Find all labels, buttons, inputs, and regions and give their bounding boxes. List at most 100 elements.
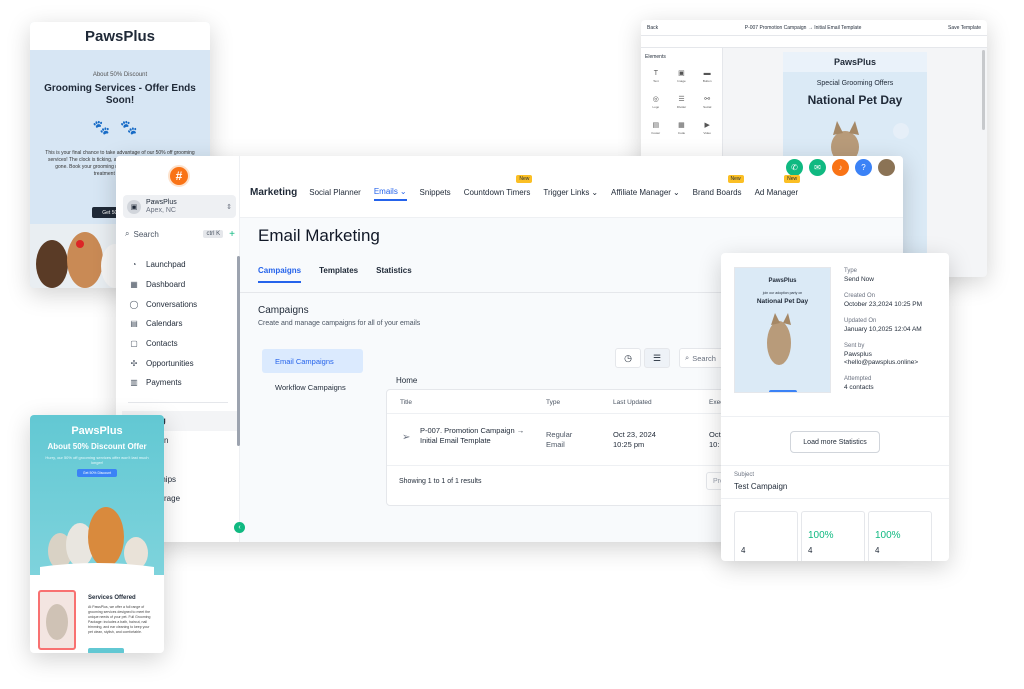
chevron-updown-icon: ⇕: [226, 203, 232, 211]
back-button[interactable]: Back: [647, 25, 658, 31]
promo-cta-button: Get 50% Discount: [77, 469, 117, 477]
updated-value: January 10,2025 12:04 AM: [844, 326, 922, 333]
stat-percent: 100%: [808, 530, 834, 541]
sidebar-search[interactable]: ⌕ Search ctrl K +: [125, 227, 235, 241]
nav-ad-manager[interactable]: Ad Manager New: [754, 175, 801, 201]
app-logo[interactable]: #: [168, 165, 190, 187]
sent-by-label: Sent by: [844, 343, 865, 349]
nav-emails[interactable]: Emails ⌄: [373, 183, 407, 201]
element-tile[interactable]: ▬ Button: [696, 66, 718, 86]
page-tabs: Campaigns Templates Statistics: [258, 266, 412, 283]
sidebar-item-calendars[interactable]: ▤ Calendars: [128, 314, 238, 334]
builder-scrollbar[interactable]: [982, 50, 985, 130]
sent-by-value: Pawsplus <hello@pawsplus.online>: [844, 351, 919, 366]
subnav-email-campaigns[interactable]: Email Campaigns: [262, 349, 363, 373]
col-last-updated: Last Updated: [613, 399, 652, 406]
sidebar-item-payments[interactable]: ▥ Payments: [128, 373, 238, 393]
account-switcher[interactable]: ▣ PawsPlus Apex, NC ⇕: [123, 195, 236, 218]
stat-count: 4: [875, 546, 880, 555]
nav-label: Brand Boards: [692, 187, 742, 197]
sidebar-item-contacts[interactable]: ▢ Contacts: [128, 334, 238, 354]
nav-label: Countdown Timers: [463, 187, 531, 197]
campaign-stats-panel: PawsPlus join our adoption party on Nati…: [721, 253, 949, 561]
section-description: Create and manage campaigns for all of y…: [258, 320, 421, 327]
table-tools: ◷ ☰ ⌕ Search: [615, 348, 729, 368]
new-badge: New: [516, 175, 533, 183]
promo-logo: PawsPlus: [71, 425, 123, 437]
clock-icon[interactable]: ◷: [615, 348, 641, 368]
canvas-logo: PawsPlus: [783, 52, 927, 72]
tab-campaigns[interactable]: Campaigns: [258, 266, 302, 283]
search-icon: ⌕: [685, 353, 690, 362]
element-tile[interactable]: T Text: [645, 66, 667, 86]
section-brand: Marketing: [250, 186, 298, 198]
attempted-value: 4 contacts: [844, 384, 874, 391]
chevron-down-icon: ⌄: [399, 186, 407, 196]
nav-affiliate-manager[interactable]: Affiliate Manager ⌄: [611, 183, 680, 201]
sidebar-item-label: Payments: [146, 378, 182, 388]
element-label: Image: [677, 79, 686, 83]
nav-snippets[interactable]: Snippets: [420, 183, 451, 201]
nav-label: Affiliate Manager: [611, 187, 671, 197]
element-icon: ⚯: [704, 96, 711, 103]
subnav-workflow-campaigns[interactable]: Workflow Campaigns: [262, 375, 363, 399]
list-view-icon[interactable]: ☰: [644, 348, 670, 368]
row-title[interactable]: P-007. Promotion Campaign → Initial Emai…: [420, 426, 530, 446]
element-tile[interactable]: ⚯ Social: [696, 92, 718, 112]
element-tile[interactable]: ▶ Video: [696, 118, 718, 138]
element-tile[interactable]: ▣ Image: [671, 66, 693, 86]
elements-grid: T Text ▣ Image ▬ Button ◎ Logo ☰ Divider ⚯ Social ▤ F…: [641, 66, 722, 138]
sidebar-item-launchpad[interactable]: ◔ Launchpad: [128, 255, 238, 275]
nav-brand-boards[interactable]: Brand Boards New: [692, 175, 744, 201]
sidebar-item-opportunities[interactable]: ✣ Opportunities: [128, 353, 238, 373]
cat-illustration: [767, 313, 791, 365]
dashboard-icon: ▦: [130, 280, 138, 290]
sidebar-item-dashboard[interactable]: ▦ Dashboard: [128, 275, 238, 295]
sidebar-item-label: Contacts: [146, 339, 178, 349]
element-tile[interactable]: ☰ Divider: [671, 92, 693, 112]
divider: [721, 465, 949, 466]
chevron-down-icon: ⌄: [672, 187, 680, 197]
nav-trigger-links[interactable]: Trigger Links ⌄: [543, 183, 598, 201]
element-tile[interactable]: ▦ Code: [671, 118, 693, 138]
attempted-label: Attempted: [844, 376, 872, 382]
sidebar-item-conversations[interactable]: ◯ Conversations: [128, 294, 238, 314]
nav-countdown-timers[interactable]: Countdown Timers New: [463, 175, 533, 201]
help-icon[interactable]: ?: [855, 159, 872, 176]
email-title: Grooming Services - Offer Ends Soon!: [44, 83, 196, 106]
nav-label: Social Planner: [309, 187, 361, 197]
bell-icon[interactable]: ♪: [832, 159, 849, 176]
nav-label: Ad Manager: [754, 187, 799, 197]
sidebar-item-label: Launchpad: [146, 260, 186, 270]
element-tile[interactable]: ▤ Footer: [645, 118, 667, 138]
new-badge: New: [784, 175, 801, 183]
campaign-subnav: Email Campaigns Workflow Campaigns: [262, 349, 363, 401]
element-tile[interactable]: ◎ Logo: [645, 92, 667, 112]
services-text: At PawsPlus, we offer a full range of gr…: [88, 605, 151, 634]
opportunities-icon: ✣: [130, 358, 138, 368]
tab-templates[interactable]: Templates: [319, 266, 358, 283]
element-icon: ◎: [652, 96, 659, 103]
promo-title: About 50% Discount Offer: [47, 442, 147, 451]
nav-label: Emails: [373, 186, 398, 196]
element-label: Logo: [652, 105, 660, 109]
quick-add-icon[interactable]: +: [229, 229, 235, 240]
user-avatar[interactable]: [878, 159, 895, 176]
row-updated: Oct 23, 2024 10:25 pm: [613, 430, 656, 449]
subject-value: Test Campaign: [734, 482, 788, 491]
element-icon: ☰: [678, 96, 685, 103]
tab-statistics[interactable]: Statistics: [376, 266, 412, 283]
save-template-button[interactable]: Save Template: [948, 25, 981, 31]
account-name: PawsPlus: [146, 198, 177, 206]
phone-icon[interactable]: ✆: [786, 159, 803, 176]
element-icon: ▶: [704, 122, 710, 129]
element-label: Code: [677, 131, 686, 135]
element-label: Video: [703, 131, 711, 135]
builder-title: P-007 Promotion Campaign → Initial Email…: [744, 24, 862, 31]
contacts-icon: ▢: [130, 339, 138, 349]
load-more-statistics-button[interactable]: Load more Statistics: [790, 431, 880, 453]
element-icon: T: [653, 69, 658, 77]
breadcrumb-home[interactable]: Home: [396, 376, 417, 385]
megaphone-icon[interactable]: ✉: [809, 159, 826, 176]
nav-social-planner[interactable]: Social Planner: [309, 183, 361, 201]
